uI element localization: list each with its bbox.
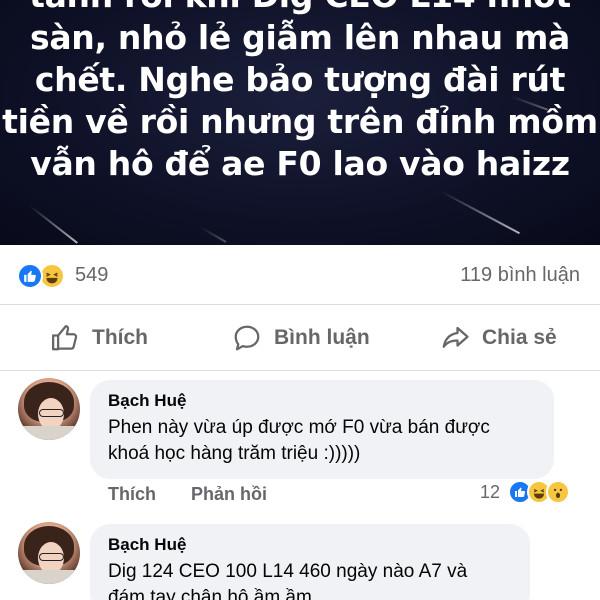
comment-author[interactable]: Bạch Huệ (108, 535, 514, 555)
comment-bubble: Bạch Huệ Dig 124 CEO 100 L14 460 ngày nà… (90, 524, 530, 600)
share-arrow-icon (442, 326, 469, 348)
share-button-label: Chia sẻ (482, 326, 557, 349)
comment-bubble: Bạch Huệ Phen này vừa úp được mớ F0 vừa … (90, 380, 554, 479)
reaction-count[interactable]: 549 (75, 264, 108, 287)
light-streak (29, 205, 78, 244)
comment-count-link[interactable]: 119 bình luận (460, 264, 580, 287)
reactions-summary: 549 119 bình luận (0, 245, 600, 305)
comment-text-line: khoá học hàng trăm triệu :))))) (108, 443, 361, 464)
post-text-line: tiền về rồi nhưng trên đỉnh mồm (2, 102, 598, 141)
reaction-icons[interactable] (17, 263, 71, 289)
comment-button-label: Bình luận (274, 326, 370, 349)
wow-icon (546, 480, 570, 504)
light-streak (199, 226, 227, 243)
comment-reaction-count: 12 (479, 481, 500, 502)
comment-like-link[interactable]: Thích (108, 484, 156, 504)
like-button[interactable]: Thích (50, 323, 148, 353)
post-text-line: tanh rồi khi Dig CEO L14 nhót (0, 0, 600, 16)
post-action-bar: Thích Bình luận Chia sẻ (0, 305, 600, 371)
comment-reactions[interactable]: 12 (480, 480, 570, 504)
comment-text-line: Dig 124 CEO 100 L14 460 ngày nào A7 và (108, 561, 468, 582)
post-text-line: vẫn hô để ae F0 lao vào haizz (30, 144, 570, 183)
post-text-line: chết. Nghe bảo tượng đài rút (34, 60, 566, 99)
light-streak (439, 190, 520, 235)
avatar[interactable] (18, 522, 80, 584)
thumbs-up-icon (52, 325, 78, 351)
comment-reply-link[interactable]: Phản hồi (191, 484, 267, 504)
comment-text-line: đám tay chân hô ầm ầm (108, 587, 312, 600)
share-button[interactable]: Chia sẻ (440, 323, 557, 353)
avatar[interactable] (18, 378, 80, 440)
comment-text-line: Phen này vừa úp được mớ F0 vừa bán được (108, 417, 490, 438)
comment-author[interactable]: Bạch Huệ (108, 391, 538, 411)
post-text-line: sàn, nhỏ lẻ giẫm lên nhau mà (30, 18, 570, 57)
like-button-label: Thích (92, 326, 148, 349)
post-image[interactable]: tanh rồi khi Dig CEO L14 nhót sàn, nhỏ l… (0, 0, 600, 245)
comment-button[interactable]: Bình luận (232, 323, 370, 353)
like-icon (17, 263, 43, 289)
comment-bubble-icon (234, 325, 260, 351)
comment-actions: Thích Phản hồi (108, 484, 297, 505)
